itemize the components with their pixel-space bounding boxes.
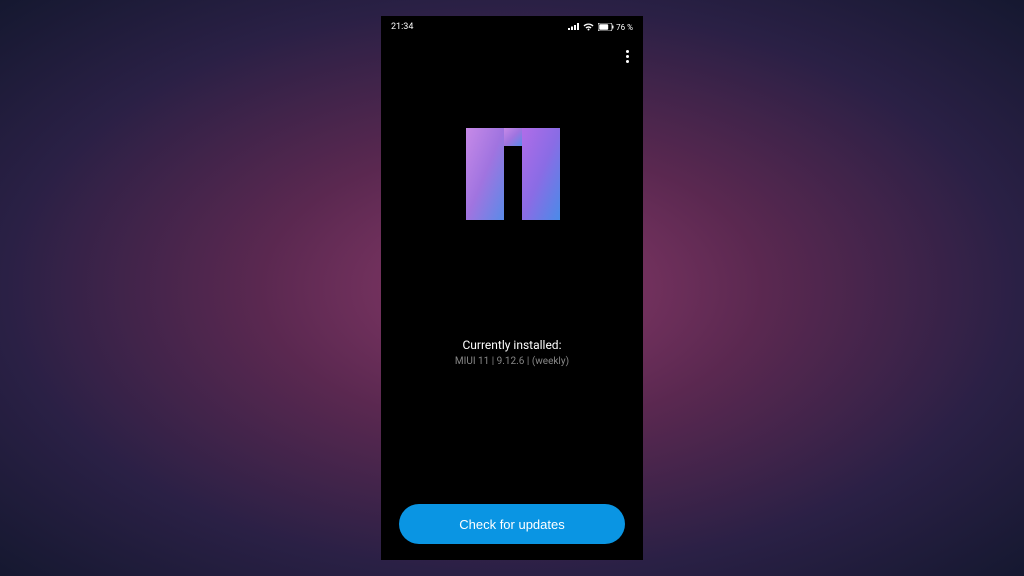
toolbar bbox=[381, 38, 643, 74]
phone-frame: 21:34 76 % bbox=[381, 16, 643, 560]
signal-icon bbox=[568, 23, 579, 31]
miui-logo bbox=[462, 128, 562, 220]
status-time: 21:34 bbox=[391, 22, 413, 32]
wifi-icon bbox=[583, 23, 594, 31]
battery-icon bbox=[598, 23, 614, 31]
version-label: Currently installed: bbox=[455, 338, 569, 352]
battery-percent: 76 % bbox=[616, 23, 633, 32]
status-right: 76 % bbox=[568, 23, 633, 32]
status-bar: 21:34 76 % bbox=[381, 16, 643, 38]
button-area: Check for updates bbox=[381, 504, 643, 560]
version-value: MIUI 11 | 9.12.6 | (weekly) bbox=[455, 356, 569, 367]
check-updates-button[interactable]: Check for updates bbox=[399, 504, 625, 544]
main-content: Currently installed: MIUI 11 | 9.12.6 | … bbox=[381, 74, 643, 504]
more-icon[interactable] bbox=[626, 50, 629, 63]
battery-indicator: 76 % bbox=[598, 23, 633, 32]
version-block: Currently installed: MIUI 11 | 9.12.6 | … bbox=[455, 338, 569, 367]
